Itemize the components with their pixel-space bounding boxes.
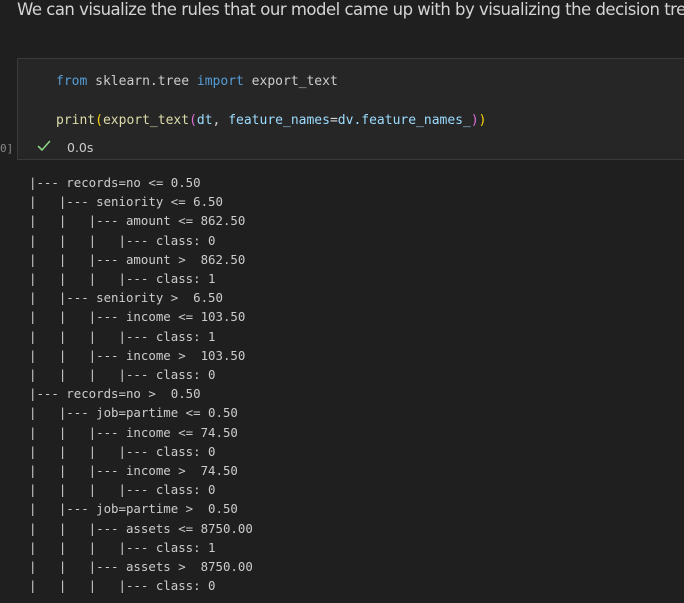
output-line: | | |--- income <= 103.50 <box>29 309 246 325</box>
equals-sign: = <box>329 113 338 128</box>
arg-separator: , <box>212 113 229 128</box>
execution-time: 0.0s <box>67 140 94 155</box>
execution-count: 0] <box>0 142 14 155</box>
markdown-text: We can visualize the rules that our mode… <box>17 0 684 19</box>
output-line: | |--- seniority > 6.50 <box>29 290 223 306</box>
output-line: | | | |--- class: 0 <box>29 443 216 459</box>
output-line: | | | |--- class: 0 <box>29 367 216 383</box>
output-line: | | | |--- class: 0 <box>29 232 216 248</box>
output-line: | |--- job=partime <= 0.50 <box>29 405 238 421</box>
output-line: | |--- job=partime > 0.50 <box>29 501 238 517</box>
output-line: | | |--- amount > 862.50 <box>29 251 246 267</box>
import-keyword: import <box>196 74 244 89</box>
attribute-feature-names: .feature_names_ <box>353 113 471 128</box>
output-line: | | |--- assets > 8750.00 <box>29 559 253 575</box>
module-name: sklearn.tree <box>87 74 197 89</box>
arg-dv: dv <box>337 113 354 128</box>
arg-dt: dt <box>196 113 213 128</box>
output-line: | | |--- amount <= 862.50 <box>29 213 246 229</box>
print-function: print <box>56 113 96 128</box>
cell-output: |--- records=no <= 0.50 | |--- seniority … <box>29 173 253 595</box>
close-paren-outer: ) <box>478 113 487 128</box>
output-line: | | | |--- class: 1 <box>29 328 216 344</box>
output-line: | | |--- income > 74.50 <box>29 463 238 479</box>
output-line: |--- records=no <= 0.50 <box>29 175 201 190</box>
check-icon <box>37 140 51 151</box>
output-line: | | | |--- class: 1 <box>29 539 216 555</box>
output-line: | | |--- income <= 74.50 <box>29 424 238 440</box>
code-line-import[interactable]: from sklearn.tree import export_text <box>56 74 338 90</box>
output-line: | | | |--- class: 1 <box>29 271 216 287</box>
output-line: | | |--- assets <= 8750.00 <box>29 520 253 536</box>
open-paren-inner: ( <box>189 113 197 128</box>
code-cell[interactable]: from sklearn.tree import export_text pri… <box>17 58 684 160</box>
output-line: | |--- seniority <= 6.50 <box>29 194 223 210</box>
output-line: | | |--- income > 103.50 <box>29 347 246 363</box>
export-text-function: export_text <box>102 113 190 128</box>
open-paren-outer: ( <box>95 113 103 128</box>
kwarg-feature-names: feature_names <box>228 113 330 128</box>
output-line: |--- records=no > 0.50 <box>29 386 201 402</box>
code-line-print[interactable]: print(export_text(dt, feature_names=dv.f… <box>56 113 487 129</box>
output-line: | | | |--- class: 0 <box>29 482 216 498</box>
output-line: | | | |--- class: 0 <box>29 578 216 594</box>
from-keyword: from <box>56 74 88 89</box>
import-name: export_text <box>243 74 338 89</box>
close-paren-inner: ) <box>470 113 479 128</box>
